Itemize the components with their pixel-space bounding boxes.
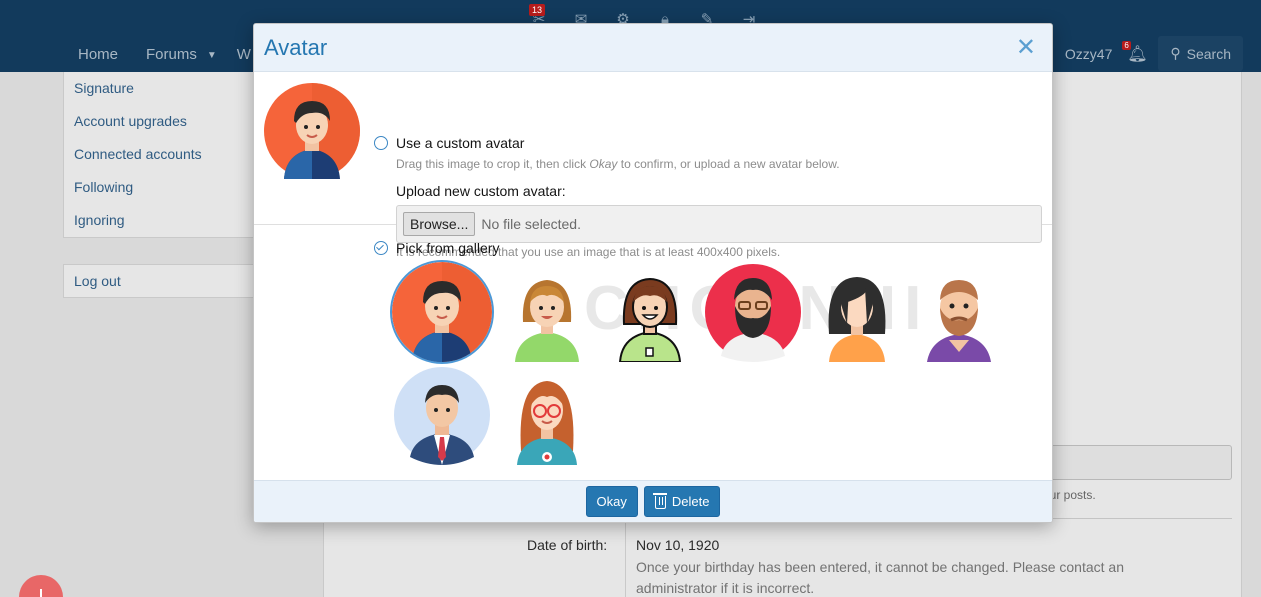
main-nav: Home Forums ▼ W [64,38,265,73]
upload-label: Upload new custom avatar: [396,183,566,199]
crop-hint-text-end: to confirm, or upload a new avatar below… [617,157,840,171]
gallery-radio-checked[interactable] [374,241,388,255]
gallery-avatar-boy-orange[interactable] [392,262,492,362]
avatar-modal: Avatar ✕ Use a custom avatar Drag this i… [253,23,1053,523]
sidebar-item-ignoring[interactable]: Ignoring [64,204,262,237]
logout-card: Log out [63,264,263,298]
dob-value: Nov 10, 1920 [636,537,720,553]
custom-avatar-section: Use a custom avatar Drag this image to c… [254,72,1052,259]
crop-hint: Drag this image to crop it, then click O… [396,157,840,171]
trash-icon [652,493,667,509]
delete-button[interactable]: Delete [643,486,721,517]
sidebar-item-account-upgrades[interactable]: Account upgrades [64,105,262,138]
sidebar-item-logout[interactable]: Log out [64,265,262,297]
crop-hint-okay: Okay [589,157,618,171]
gallery-avatar-businessman[interactable] [392,365,492,465]
modal-header: Avatar ✕ [254,24,1052,72]
divider [625,520,626,597]
delete-label: Delete [671,494,710,509]
gallery-option[interactable]: Pick from gallery [374,240,499,256]
nav-forums[interactable]: Forums [132,38,201,73]
chevron-down-icon[interactable]: ▼ [201,38,223,73]
nav-home[interactable]: Home [64,38,132,73]
gallery-avatar-woman-glasses[interactable] [497,365,597,465]
custom-avatar-option[interactable]: Use a custom avatar [374,135,524,151]
gallery-section: Pick from gallery CHONNHI [254,225,1052,481]
close-icon[interactable]: ✕ [1010,35,1042,60]
current-avatar[interactable] [264,83,360,179]
dob-label: Date of birth: [527,537,608,553]
gallery-avatar-bearded-man-red[interactable] [703,262,803,362]
alerts-badge: 13 [529,4,546,16]
notifications-badge: 6 [1122,40,1131,50]
search-button[interactable]: ⚲ Search [1158,36,1243,71]
okay-button[interactable]: Okay [585,486,638,517]
modal-footer: Okay Delete [254,480,1052,522]
sidebar-item-connected-accounts[interactable]: Connected accounts [64,138,262,171]
user-menu[interactable]: Ozzy47 [1061,38,1116,70]
sidebar-item-following[interactable]: Following [64,171,262,204]
gallery-avatar-bearded-man-purple[interactable] [909,262,1009,362]
bell-icon[interactable]: 🔔︎ 6 [1122,37,1152,71]
okay-label: Okay [596,494,627,509]
gallery-avatar-woman-brown-hair[interactable] [600,262,700,362]
search-label: Search [1186,45,1231,62]
floating-action-button[interactable] [19,575,63,597]
gallery-label: Pick from gallery [396,240,500,256]
sidebar-item-signature[interactable]: Signature [64,72,262,105]
modal-title: Avatar [264,34,328,60]
account-sidebar: Signature Account upgrades Connected acc… [63,72,263,238]
header-user-area: Ozzy47 🔔︎ 6 ⚲ Search [1061,36,1243,71]
gallery-avatar-woman-black-hair[interactable] [807,262,907,362]
custom-avatar-radio[interactable] [374,136,388,150]
custom-avatar-label: Use a custom avatar [396,135,525,151]
gallery-avatar-woman-blonde[interactable] [497,262,597,362]
background-text-input[interactable] [1040,445,1232,480]
dob-note: Once your birthday has been entered, it … [636,559,1124,596]
crop-hint-text: Drag this image to crop it, then click [396,157,590,171]
search-icon: ⚲ [1170,45,1181,61]
